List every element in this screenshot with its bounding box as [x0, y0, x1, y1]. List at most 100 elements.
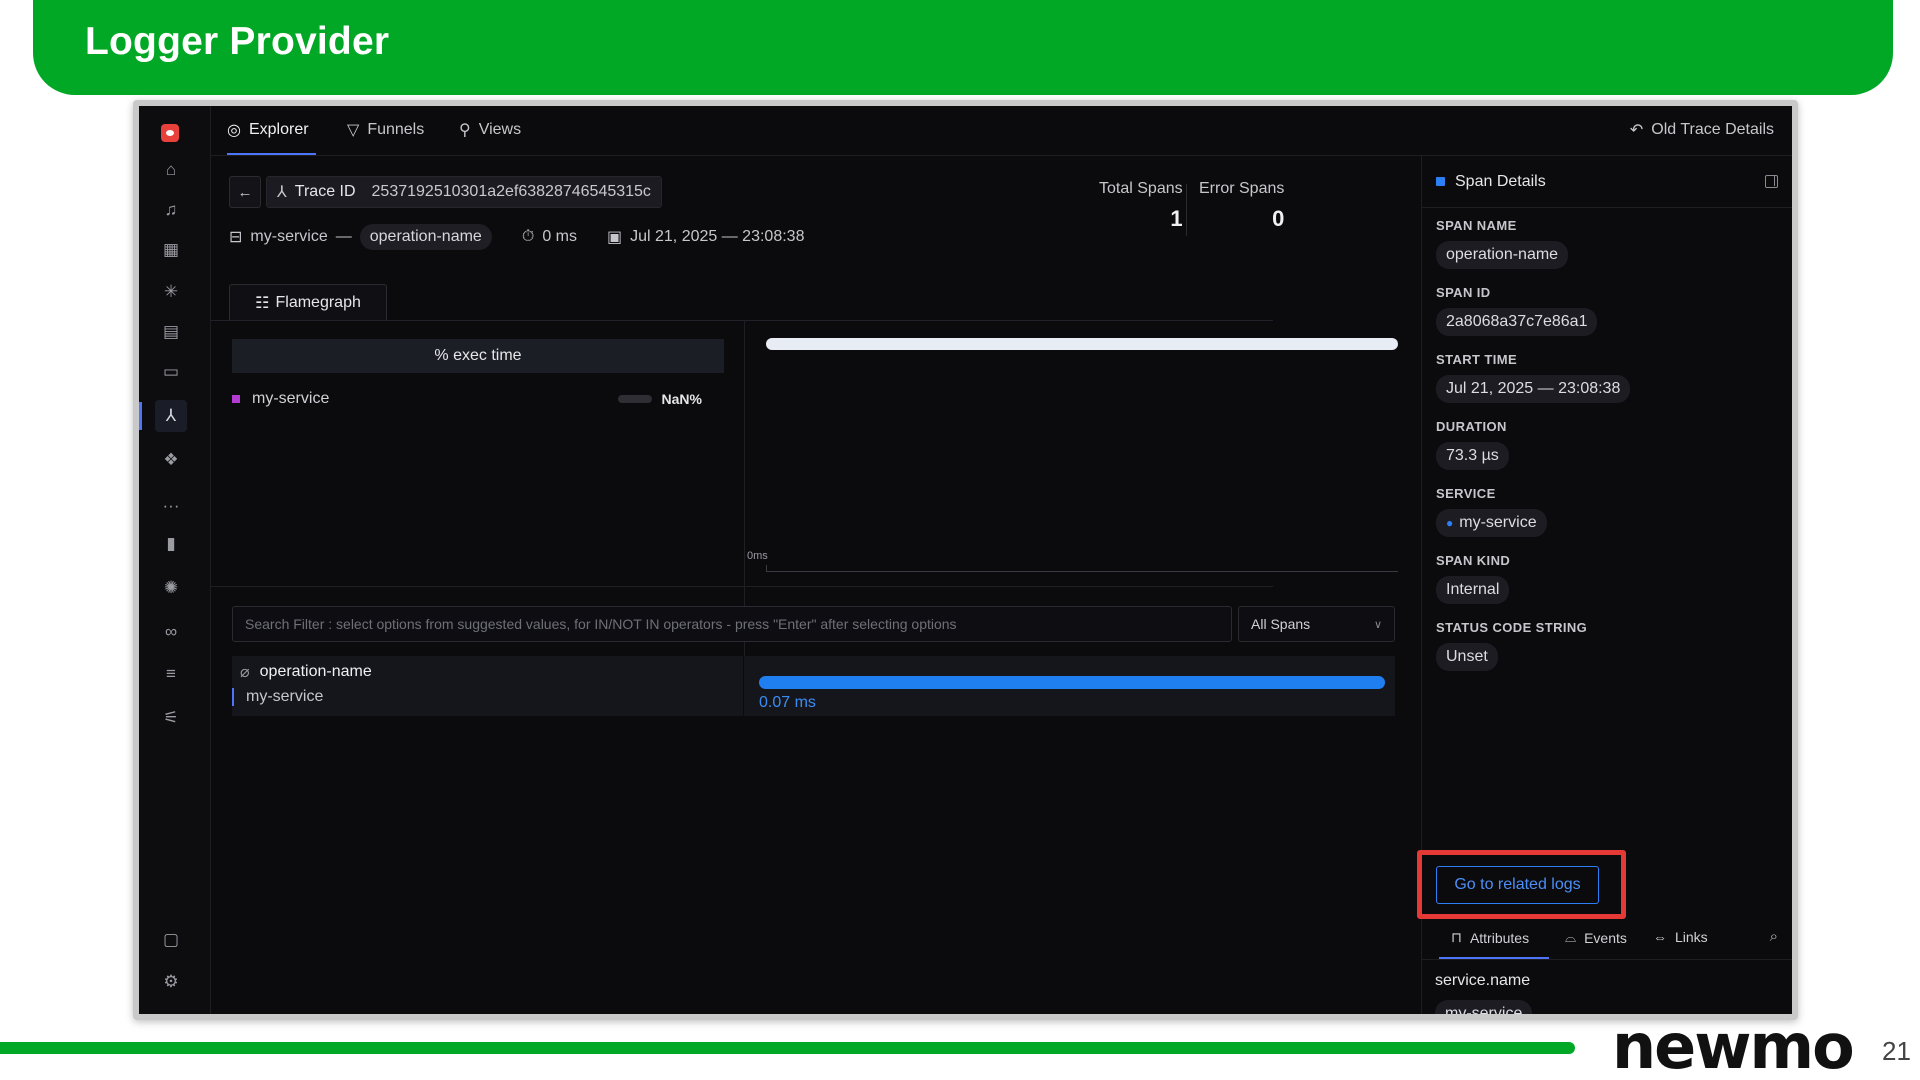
span-details-header: Span Details: [1422, 156, 1792, 208]
span-details-title: Span Details: [1455, 172, 1546, 190]
trace-icon: ⅄: [277, 184, 287, 201]
events-icon: ⌓: [1565, 929, 1577, 945]
field-key: SPAN ID: [1436, 285, 1491, 300]
calendar-icon: ▣: [606, 229, 623, 246]
field-span-name: SPAN NAME operation-name: [1436, 218, 1778, 269]
collapse-panel-icon[interactable]: [1765, 175, 1778, 188]
gear-icon[interactable]: ⚙: [155, 966, 187, 998]
settings-sliders-icon[interactable]: ⚟: [155, 702, 187, 734]
field-value: Internal: [1436, 576, 1510, 604]
trace-operation-chip: operation-name: [359, 224, 492, 250]
field-start-time: START TIME Jul 21, 2025 — 23:08:38: [1436, 352, 1778, 403]
divider: [211, 586, 1273, 587]
total-spans-label: Total Spans: [1099, 180, 1183, 197]
chat-icon[interactable]: ▢: [155, 924, 187, 956]
tab-explorer[interactable]: ◎ Explorer: [227, 120, 309, 140]
leaf-icon: ⌀: [240, 664, 250, 681]
trace-id-pill[interactable]: ⅄ Trace ID 2537192510301a2ef638287465453…: [266, 176, 662, 208]
total-spans-stat: Total Spans 1: [1099, 180, 1183, 232]
field-value: 2a8068a37c7e86a1: [1436, 308, 1598, 336]
error-spans-stat: Error Spans 0: [1199, 180, 1284, 232]
spans-filter-select[interactable]: All Spans ∨: [1238, 606, 1395, 642]
exceptions-bug-icon[interactable]: ✺: [155, 572, 187, 604]
tab-links[interactable]: ⇔ Links: [1653, 929, 1708, 945]
tab-funnels[interactable]: ▽ Funnels: [347, 120, 424, 140]
active-tab-underline: [1439, 957, 1549, 959]
field-value: Jul 21, 2025 — 23:08:38: [1436, 375, 1631, 403]
undo-arrow-icon: ↶: [1629, 122, 1644, 139]
active-nav-indicator: [139, 402, 142, 430]
tab-label: Attributes: [1469, 929, 1530, 946]
tab-label: Views: [478, 121, 522, 138]
metrics-bar-icon[interactable]: ▮: [155, 528, 187, 560]
brand-logo: newmo: [1612, 1010, 1855, 1080]
separator: —: [335, 228, 352, 245]
trace-id-label: Trace ID: [294, 183, 356, 200]
span-row[interactable]: ⌀ operation-name my-service 0.07 ms: [232, 656, 1395, 716]
arrow-left-icon: ←: [237, 183, 253, 201]
field-value: 73.3 µs: [1436, 442, 1509, 470]
active-tab-underline: [227, 153, 316, 155]
trace-duration: 0 ms: [542, 228, 577, 245]
field-service: SERVICE ● my-service: [1436, 486, 1778, 537]
field-status-code: STATUS CODE STRING Unset: [1436, 620, 1778, 671]
tab-label: Events: [1584, 929, 1627, 946]
search-icon[interactable]: ⌕: [1770, 928, 1778, 945]
exec-time-bar: [617, 395, 652, 403]
attribute-key: service.name: [1435, 972, 1531, 989]
attribute-value: my-service: [1435, 1000, 1533, 1014]
total-spans-value: 1: [1170, 206, 1183, 231]
trace-service: my-service: [250, 228, 328, 245]
spans-select-value: All Spans: [1251, 616, 1311, 632]
flamegraph-service-row: my-service NaN%: [232, 390, 702, 408]
tab-views[interactable]: ⚲ Views: [459, 120, 521, 140]
pipelines-icon[interactable]: ≡: [155, 658, 187, 690]
stats-divider: [1186, 184, 1187, 236]
old-trace-details-link[interactable]: ↶ Old Trace Details: [1630, 120, 1774, 140]
app-logo-icon[interactable]: [161, 124, 179, 142]
footer-accent-line: [0, 1042, 1575, 1054]
tab-flamegraph[interactable]: ☷ Flamegraph: [229, 284, 387, 320]
page-number: 21: [1882, 1036, 1911, 1066]
back-button[interactable]: ←: [229, 176, 261, 208]
dashboards-grid-icon[interactable]: ▦: [155, 234, 187, 266]
logs-icon[interactable]: ▤: [155, 316, 187, 348]
alerts-bell-icon[interactable]: ♫: [155, 194, 187, 226]
field-key: START TIME: [1436, 352, 1518, 367]
field-value: Unset: [1436, 643, 1498, 671]
span-search-filter-input[interactable]: Search Filter : select options from sugg…: [232, 606, 1232, 642]
service-dot-icon: ●: [1446, 516, 1454, 530]
flamegraph-axis: [766, 571, 1398, 572]
binoculars-icon[interactable]: ∞: [155, 616, 187, 648]
flamegraph-bar[interactable]: [766, 338, 1398, 350]
go-to-related-logs-button[interactable]: Go to related logs: [1436, 866, 1599, 904]
field-value-service: ● my-service: [1436, 509, 1547, 537]
app-window: ⌂ ♫ ▦ ✳ ▤ ▭ ⅄ ❖ ··· ▮ ✺ ∞ ≡ ⚟ ▢ ⚙ ◎ Expl…: [139, 106, 1792, 1014]
old-trace-label: Old Trace Details: [1651, 121, 1774, 138]
tab-attributes[interactable]: ⊓ Attributes: [1451, 929, 1529, 946]
span-duration-bar[interactable]: [759, 676, 1385, 689]
services-icon[interactable]: ❖: [155, 444, 187, 476]
screenshot-frame: ⌂ ♫ ▦ ✳ ▤ ▭ ⅄ ❖ ··· ▮ ✺ ∞ ≡ ⚟ ▢ ⚙ ◎ Expl…: [133, 100, 1798, 1020]
inbox-icon[interactable]: ▭: [155, 356, 187, 388]
sparkle-icon[interactable]: ✳: [155, 276, 187, 308]
traces-icon[interactable]: ⅄: [155, 400, 187, 432]
more-icon[interactable]: ···: [155, 490, 187, 522]
tab-label: Funnels: [367, 121, 425, 138]
slide: Logger Provider ⌂ ♫ ▦ ✳ ▤ ▭ ⅄ ❖ ··· ▮ ✺ …: [0, 0, 1920, 1080]
views-icon: ⚲: [459, 122, 471, 139]
bookmark-icon: ⊓: [1451, 929, 1462, 945]
field-span-id: SPAN ID 2a8068a37c7e86a1: [1436, 285, 1778, 336]
flamegraph-service-name: my-service: [252, 390, 330, 407]
exec-time-percent: NaN%: [661, 391, 702, 407]
tab-events[interactable]: ⌓ Events: [1565, 929, 1627, 946]
span-operation: ⌀ operation-name: [240, 662, 372, 682]
field-span-kind: SPAN KIND Internal: [1436, 553, 1778, 604]
field-key: DURATION: [1436, 419, 1507, 434]
tab-label: Explorer: [248, 121, 309, 138]
left-sidebar: ⌂ ♫ ▦ ✳ ▤ ▭ ⅄ ❖ ··· ▮ ✺ ∞ ≡ ⚟ ▢ ⚙: [139, 106, 211, 1014]
error-spans-label: Error Spans: [1199, 180, 1285, 197]
home-icon[interactable]: ⌂: [155, 154, 187, 186]
field-key: SPAN KIND: [1436, 553, 1511, 568]
trace-id-value: 2537192510301a2ef63828746545315c: [371, 183, 651, 200]
